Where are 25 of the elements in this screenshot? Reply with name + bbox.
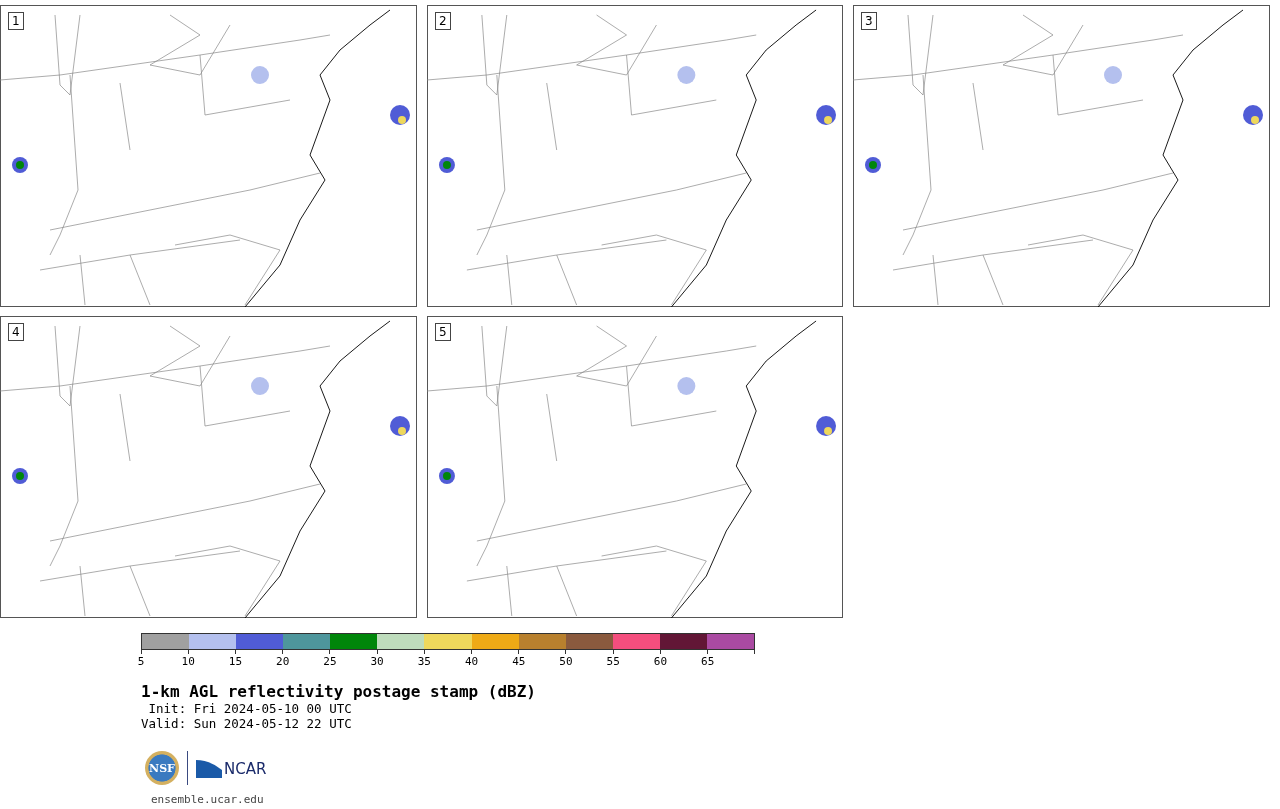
init-time: Init: Fri 2024-05-10 00 UTC [147, 701, 353, 716]
panel-number: 1 [8, 12, 24, 30]
tick-label: 10 [181, 655, 195, 668]
seal-logo: NSF [145, 751, 179, 785]
tick-label: 25 [323, 655, 337, 668]
panel-number: 5 [435, 323, 451, 341]
tick-label: 60 [653, 655, 668, 668]
tick-label: 45 [512, 655, 526, 668]
swoosh-icon [196, 758, 222, 778]
tick-label: 40 [464, 655, 479, 668]
tick-label: 50 [559, 655, 573, 668]
valid-time: Valid: Sun 2024-05-12 22 UTC [141, 716, 353, 731]
tick-label: 65 [701, 655, 715, 668]
site-url: ensemble.ucar.edu [151, 793, 265, 806]
tick-label: 5 [137, 655, 145, 668]
tick-label: 55 [606, 655, 620, 668]
tick-label: 35 [417, 655, 431, 668]
tick-label: 15 [228, 655, 243, 668]
tick-label: 20 [276, 655, 290, 668]
panel-number: 4 [8, 323, 24, 341]
tick-label: 30 [370, 655, 384, 668]
logo-text: NCAR [224, 760, 267, 778]
panel-number: 3 [861, 12, 877, 30]
panel-number: 2 [435, 12, 451, 30]
chart-title: 1-km AGL reflectivity postage stamp (dBZ) [141, 682, 537, 701]
